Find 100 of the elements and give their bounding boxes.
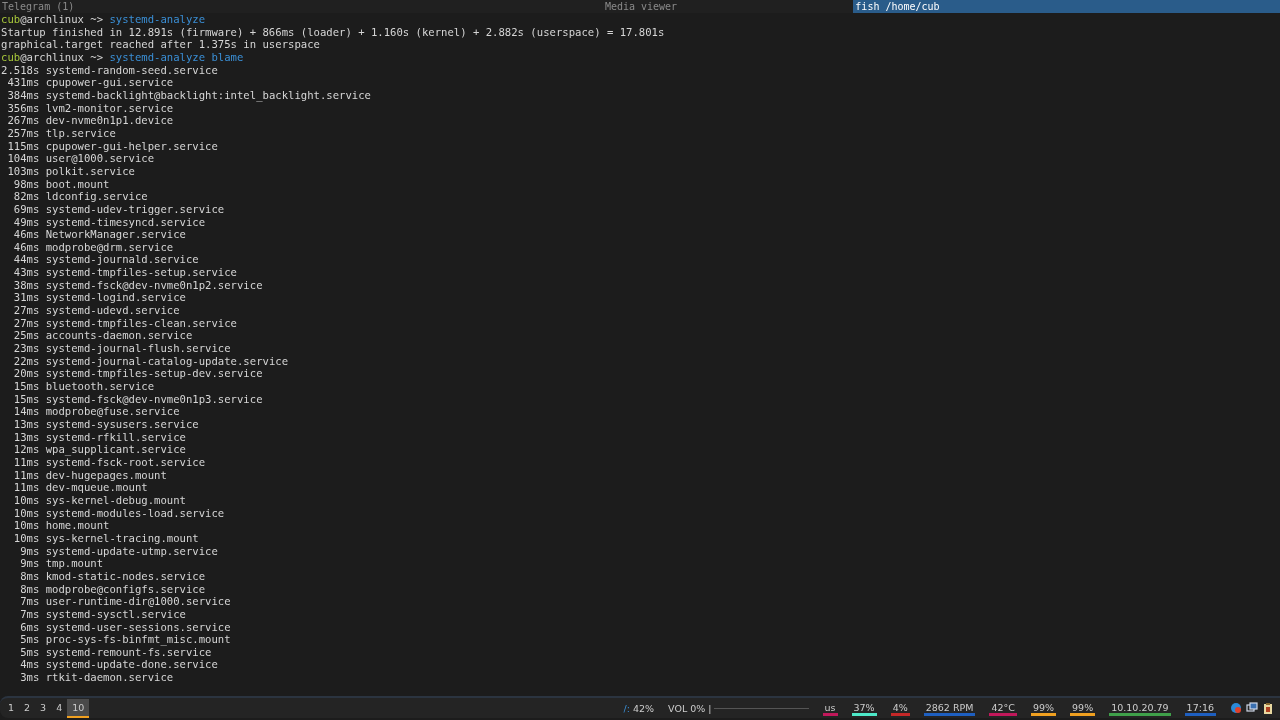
duration-text: 49ms [12,215,40,229]
workspace-button[interactable]: 3 [35,698,52,718]
unit-name: systemd-udevd.service [45,304,180,317]
status-indicator: 2862 RPM [923,700,976,716]
unit-name: NetworkManager.service [45,228,186,241]
unit-name: systemd-rfkill.service [45,430,186,443]
duration-text: 384ms [6,88,40,102]
window-tab[interactable]: Media viewer [426,0,854,13]
chat-app-icon[interactable] [1230,702,1242,714]
status-indicator: 17:16 [1184,700,1216,716]
duration-text: 3ms [19,671,40,684]
unit-name: bluetooth.service [45,380,155,393]
duration-text: 4ms [19,658,40,672]
duration-text: 10ms [12,531,40,545]
workspace-button[interactable]: 4 [51,698,68,718]
unit-name: cpupower-gui-helper.service [45,139,218,152]
unit-name: tlp.service [45,126,116,139]
unit-name: systemd-remount-fs.service [45,645,212,658]
unit-name: systemd-journal-catalog-update.service [45,354,289,367]
unit-name: systemd-tmpfiles-setup.service [45,266,237,279]
unit-name: user-runtime-dir@1000.service [45,595,231,608]
duration-text: 98ms [12,177,40,191]
workspace-button[interactable]: 10 [67,698,90,718]
unit-name: dev-nvme0n1p1.device [45,114,174,127]
duration-text: 31ms [12,291,40,305]
duration-text: 10ms [12,506,40,520]
unit-name: systemd-fsck@dev-nvme0n1p3.service [45,392,263,405]
unit-name: systemd-backlight@backlight:intel_backlight.service [45,88,371,101]
unit-name: lvm2-monitor.service [45,101,174,114]
unit-name: systemd-update-utmp.service [45,544,218,557]
prompt-host: @archlinux ~> [20,13,105,25]
unit-name: systemd-journal-flush.service [45,342,231,355]
output-text: Startup finished in 12.891s (firmware) + 866ms (loader) + 1.160s (kernel) + 2.882s (userspace) = 17.801s [1,25,665,38]
unit-name: cpupower-gui.service [45,76,174,89]
duration-text: 7ms [19,595,40,608]
workspace-button[interactable]: 2 [19,698,36,718]
duration-text: 12ms [12,443,40,456]
unit-name: wpa_supplicant.service [45,443,186,456]
prompt-user: cub [1,50,21,63]
unit-name: systemd-tmpfiles-clean.service [45,316,237,329]
unit-name: polkit.service [45,164,135,177]
duration-text: 267ms [6,114,40,127]
duration-text: 15ms [12,380,40,393]
duration-text: 38ms [12,278,40,292]
unit-name: systemd-udev-trigger.service [45,202,225,215]
windows-icon[interactable] [1246,702,1258,714]
clipboard-icon[interactable] [1262,702,1274,714]
unit-name: modprobe@fuse.service [45,405,180,418]
duration-text: 22ms [12,354,40,368]
unit-name: dev-mqueue.mount [45,481,148,494]
disk-icon: /: [623,702,630,714]
duration-text: 46ms [12,240,40,254]
window-tab[interactable]: fish /home/cub [853,0,1280,13]
duration-text: 5ms [19,633,40,646]
unit-name: systemd-sysctl.service [45,607,186,620]
duration-text: 104ms [6,152,40,165]
unit-name: systemd-logind.service [45,291,186,304]
duration-text: 20ms [12,367,40,381]
unit-name: ldconfig.service [45,190,148,203]
duration-text: 8ms [19,582,40,596]
status-indicator: 4% [890,700,910,716]
duration-text: 115ms [6,139,40,153]
window-tab[interactable]: Telegram (1) [0,0,427,13]
duration-text: 10ms [12,519,40,532]
duration-text: 9ms [19,544,40,558]
unit-name: sys-kernel-debug.mount [45,493,186,506]
status-indicator: 42°C [989,700,1017,716]
status-indicator: 99% [1070,700,1096,716]
prompt-user: cub [1,13,21,25]
command-text: systemd-analyze [109,13,206,25]
duration-text: 2.518s [1,63,40,77]
duration-text: 14ms [12,405,40,418]
command-text: systemd-analyze blame [109,50,244,63]
unit-name: systemd-modules-load.service [45,506,225,519]
status-indicator: 99% [1030,700,1057,716]
duration-text: 27ms [12,316,40,330]
unit-name: user@1000.service [45,152,155,165]
unit-name: modprobe@drm.service [45,240,174,253]
unit-name: kmod-static-nodes.service [45,569,206,582]
unit-name: proc-sys-fs-binfmt_misc.mount [45,633,231,646]
status-indicator: 10.10.20.79 [1109,700,1171,716]
unit-name: systemd-timesyncd.service [45,215,206,228]
disk-usage: 42% [633,702,655,714]
duration-text: 9ms [19,557,40,570]
duration-text: 69ms [12,202,40,216]
duration-text: 11ms [12,481,40,494]
duration-text: 10ms [12,493,40,507]
output-text: graphical.target reached after 1.375s in userspace [1,38,320,51]
duration-text: 6ms [19,620,40,634]
duration-text: 11ms [12,468,40,482]
duration-text: 257ms [6,126,40,140]
duration-text: 11ms [12,455,40,469]
duration-text: 43ms [12,266,40,279]
unit-name: home.mount [45,519,110,532]
workspace-button[interactable]: 1 [3,698,20,718]
unit-name: systemd-journald.service [45,253,199,266]
duration-text: 13ms [12,430,40,444]
duration-text: 5ms [19,645,40,659]
unit-name: systemd-fsck@dev-nvme0n1p2.service [45,278,263,291]
unit-name: sys-kernel-tracing.mount [45,531,199,544]
